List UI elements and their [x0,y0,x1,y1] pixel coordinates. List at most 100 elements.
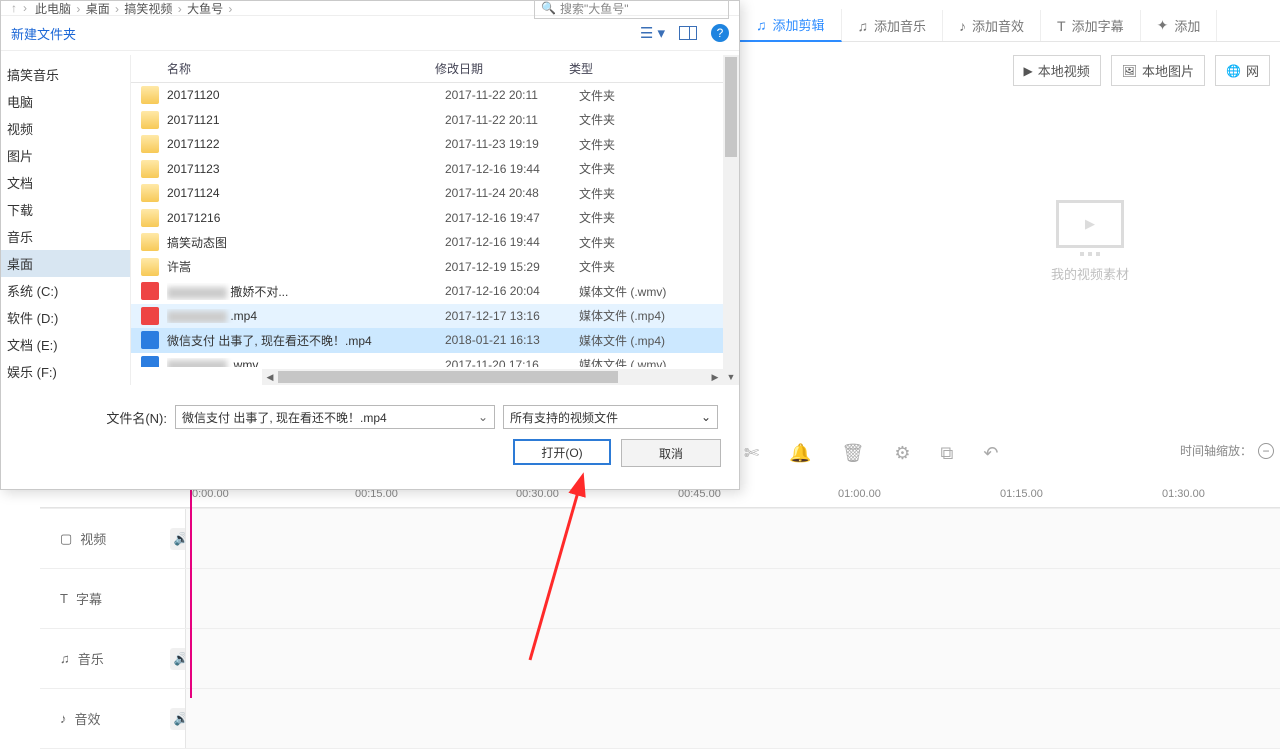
file-row[interactable]: 201711222017-11-23 19:19文件夹 [131,132,723,157]
file-date: 2017-12-16 19:44 [445,162,579,176]
breadcrumb-item[interactable]: 桌面 [84,2,112,16]
editor-tab[interactable]: ♫添加音乐 [842,10,944,41]
file-date: 2017-11-22 20:11 [445,88,579,102]
track-lane[interactable] [185,569,1280,628]
filter-dropdown-icon: ⌄ [701,410,711,424]
source-label: 本地视频 [1038,61,1090,80]
timeline-track[interactable]: T字幕 [40,569,1280,629]
file-row[interactable]: 201711202017-11-22 20:11文件夹 [131,83,723,108]
track-lane[interactable] [185,509,1280,568]
track-label: 音乐 [78,649,104,668]
track-lane[interactable] [185,629,1280,688]
editor-tab[interactable]: T添加字幕 [1041,10,1141,41]
tree-item[interactable]: 图片 [1,142,130,169]
folder-icon [141,86,159,104]
file-row[interactable]: .wmv2017-11-20 17:16媒体文件 (.wmv) [131,353,723,368]
zoom-out-button[interactable]: − [1258,443,1274,459]
tree-item[interactable]: 电脑 [1,88,130,115]
file-type: 文件夹 [579,234,723,251]
col-name[interactable]: 名称 [167,60,435,77]
media-file-icon [141,331,159,349]
vertical-scrollbar[interactable]: ▲ ▼ [723,55,739,385]
filename-dropdown-icon[interactable]: ⌄ [478,410,488,424]
source-button[interactable]: 🌐网 [1215,55,1270,86]
dialog-toolbar: 新建文件夹 ☰ ▾ ? [1,15,739,51]
tree-item[interactable]: 文档 (E:) [1,331,130,358]
filename-input[interactable]: 微信支付 出事了, 现在看还不晚！.mp4 ⌄ [175,405,495,429]
breadcrumb-item[interactable]: 大鱼号 [185,2,225,16]
file-row[interactable]: 撒娇不对...2017-12-16 20:04媒体文件 (.wmv) [131,279,723,304]
search-input[interactable]: 🔍 搜索"大鱼号" [534,0,729,19]
file-row[interactable]: .mp42017-12-17 13:16媒体文件 (.mp4) [131,304,723,329]
tree-item[interactable]: 桌面 [1,250,130,277]
tree-item[interactable]: 搞笑音乐 [1,61,130,88]
track-label: 音效 [75,709,101,728]
horizontal-scrollbar[interactable]: ◀ ▶ [262,369,723,385]
file-date: 2017-12-16 20:04 [445,284,579,298]
list-header[interactable]: 名称 修改日期 类型 [131,55,739,83]
file-row[interactable]: 201711242017-11-24 20:48文件夹 [131,181,723,206]
source-button[interactable]: 🖼本地图片 [1111,55,1205,86]
tree-item[interactable]: 视频 [1,115,130,142]
file-type: 媒体文件 (.wmv) [579,283,723,300]
breadcrumb-item[interactable]: 此电脑 [33,2,73,16]
tree-item[interactable]: 系统 (C:) [1,277,130,304]
nav-up-icon[interactable]: ↑ [11,1,17,15]
file-row[interactable]: 201712162017-12-16 19:47文件夹 [131,206,723,231]
tree-item[interactable]: 下载 [1,196,130,223]
toolbar-button[interactable]: ⚙ [894,443,910,464]
view-mode-button[interactable]: ☰ ▾ [640,24,665,42]
scroll-left-icon[interactable]: ◀ [262,369,278,385]
file-row[interactable]: 搞笑动态图2017-12-16 19:44文件夹 [131,230,723,255]
tab-label: 添加 [1174,16,1200,35]
file-type: 文件夹 [579,136,723,153]
track-icon: ♫ [60,651,70,666]
file-row[interactable]: 微信支付 出事了, 现在看还不晚！.mp42018-01-21 16:13媒体文… [131,328,723,353]
address-bar: ↑ › 此电脑 › 桌面 › 搞笑视频 › 大鱼号 › 🔍 搜索"大鱼号" [1,1,739,15]
tree-item[interactable]: 娱乐 (F:) [1,358,130,385]
timeline-track[interactable]: ▢视频🔊 [40,509,1280,569]
toolbar-button[interactable]: ✄ [744,443,759,464]
toolbar-button[interactable]: ↶ [983,443,998,464]
toolbar-button[interactable]: ⧉ [941,443,954,464]
breadcrumb-item[interactable]: 搞笑视频 [122,2,174,16]
scroll-thumb[interactable] [725,57,737,157]
folder-icon [141,258,159,276]
col-date[interactable]: 修改日期 [435,60,569,77]
tree-item[interactable]: 音乐 [1,223,130,250]
search-icon: 🔍 [541,1,556,15]
scroll-down-icon[interactable]: ▼ [723,369,739,385]
help-button[interactable]: ? [711,24,729,42]
col-type[interactable]: 类型 [569,60,739,77]
preview-pane-button[interactable] [679,26,697,40]
folder-icon [141,233,159,251]
playhead[interactable] [190,480,192,698]
file-row[interactable]: 201711212017-11-22 20:11文件夹 [131,108,723,133]
toolbar-button[interactable]: 🗑 [842,443,865,464]
folder-icon [141,209,159,227]
editor-tab[interactable]: ♫添加剪辑 [740,9,842,42]
tree-item[interactable]: 文档 [1,169,130,196]
source-icon: 🌐 [1226,64,1241,78]
file-type: 文件夹 [579,185,723,202]
scroll-thumb[interactable] [278,371,618,383]
file-type-filter[interactable]: 所有支持的视频文件 ⌄ [503,405,718,429]
filename-value: 微信支付 出事了, 现在看还不晚！.mp4 [182,409,387,426]
source-buttons: ▶本地视频 🖼本地图片 🌐网 [1013,55,1270,86]
open-button[interactable]: 打开(O) [513,439,611,465]
source-button[interactable]: ▶本地视频 [1013,55,1101,86]
toolbar-button[interactable]: 🔔 [789,443,811,464]
cancel-button[interactable]: 取消 [621,439,721,467]
timeline-track[interactable]: ♪音效🔊 [40,689,1280,749]
file-row[interactable]: 201711232017-12-16 19:44文件夹 [131,157,723,182]
editor-tab[interactable]: ♪添加音效 [943,10,1041,41]
timeline-zoom: 时间轴缩放： − [1180,442,1274,459]
file-row[interactable]: 许嵩2017-12-19 15:29文件夹 [131,255,723,280]
source-icon: 🖼 [1122,64,1137,78]
timeline-track[interactable]: ♫音乐🔊 [40,629,1280,689]
editor-tab[interactable]: ✦添加 [1141,10,1218,41]
new-folder-button[interactable]: 新建文件夹 [11,24,76,43]
tree-item[interactable]: 软件 (D:) [1,304,130,331]
scroll-right-icon[interactable]: ▶ [707,369,723,385]
tab-label: 添加字幕 [1072,16,1124,35]
